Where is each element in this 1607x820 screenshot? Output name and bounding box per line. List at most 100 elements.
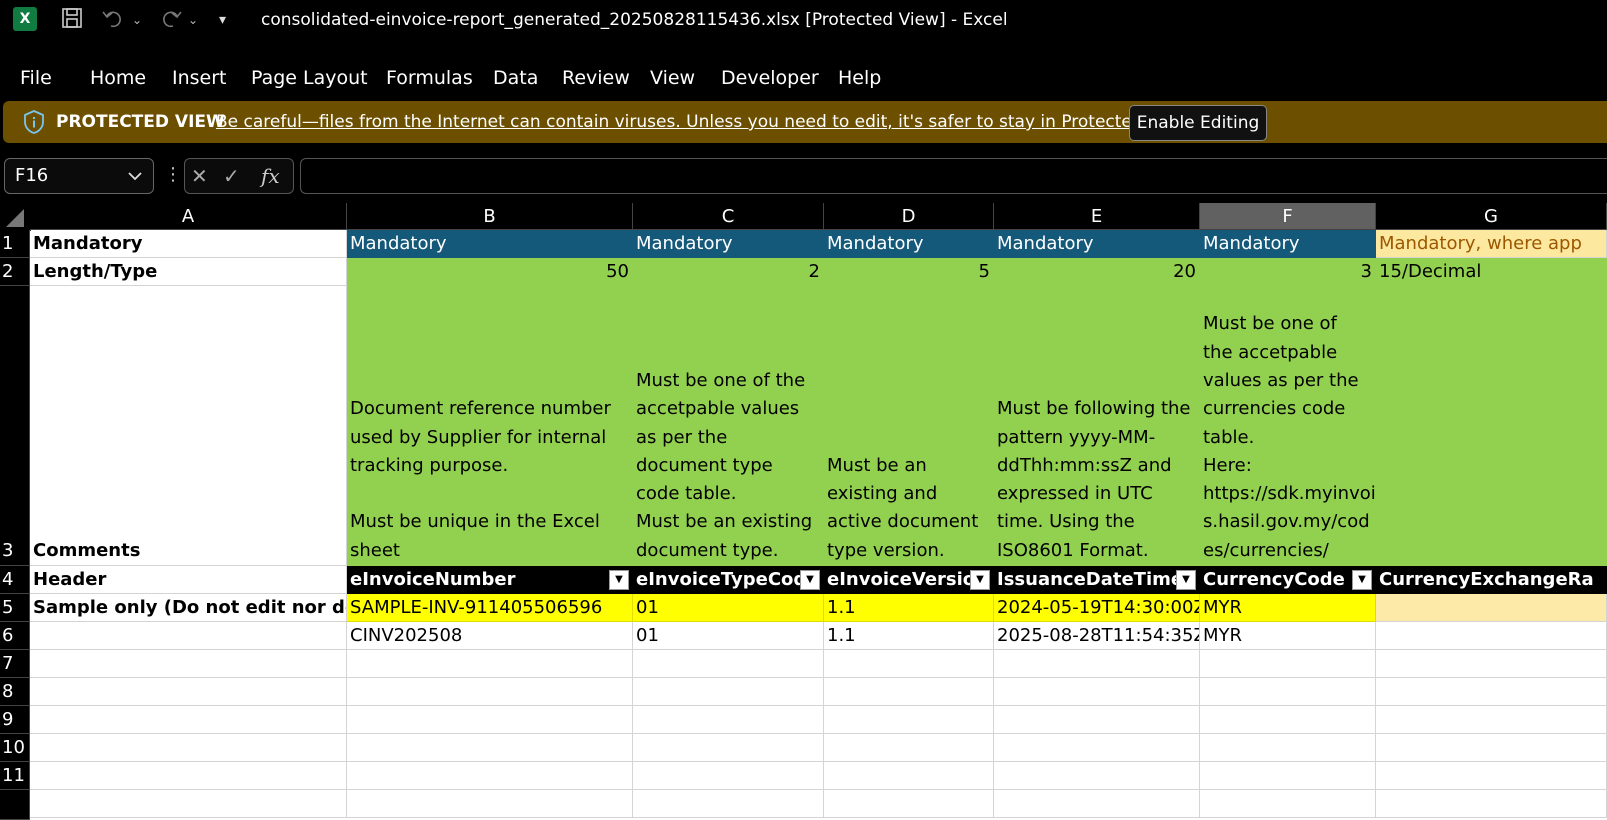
cell-d9[interactable] <box>824 706 994 734</box>
cell-c2[interactable]: 2 <box>633 258 824 286</box>
cell-a4[interactable]: Header <box>30 566 347 594</box>
cell-f12[interactable] <box>1200 790 1376 818</box>
cell-f4[interactable]: CurrencyCode ▼ <box>1200 566 1376 594</box>
cell-g8[interactable] <box>1376 678 1607 706</box>
cell-g6[interactable] <box>1376 622 1607 650</box>
cell-c9[interactable] <box>633 706 824 734</box>
filter-dropdown-icon[interactable]: ▼ <box>800 570 820 590</box>
cell-a1[interactable]: Mandatory <box>30 230 347 258</box>
cell-b5[interactable]: SAMPLE-INV-911405506596 <box>347 594 633 622</box>
cell-e9[interactable] <box>994 706 1200 734</box>
tab-data[interactable]: Data <box>493 58 538 98</box>
row-header-6[interactable]: 6 <box>0 622 30 650</box>
cell-e2[interactable]: 20 <box>994 258 1200 286</box>
cell-d3[interactable]: Must be an existing and active document … <box>824 286 994 566</box>
column-header-f[interactable]: F <box>1200 203 1376 230</box>
cell-d7[interactable] <box>824 650 994 678</box>
cancel-icon[interactable]: ✕ <box>191 159 208 193</box>
save-icon[interactable] <box>60 6 84 34</box>
cell-a5[interactable]: Sample only (Do not edit nor delete <box>30 594 347 622</box>
tab-home[interactable]: Home <box>90 58 146 98</box>
chevron-down-icon[interactable] <box>127 163 143 197</box>
cell-g2[interactable]: 15/Decimal <box>1376 258 1607 286</box>
cell-g12[interactable] <box>1376 790 1607 818</box>
cell-e8[interactable] <box>994 678 1200 706</box>
cell-b11[interactable] <box>347 762 633 790</box>
cell-g9[interactable] <box>1376 706 1607 734</box>
cell-a3[interactable]: Comments <box>30 286 347 566</box>
cell-e11[interactable] <box>994 762 1200 790</box>
row-header-8[interactable]: 8 <box>0 678 30 706</box>
insert-function-icon[interactable]: fx <box>261 159 280 193</box>
filter-dropdown-icon[interactable]: ▼ <box>1352 570 1372 590</box>
row-header-10[interactable]: 10 <box>0 734 30 762</box>
cell-f9[interactable] <box>1200 706 1376 734</box>
protected-view-message-link[interactable]: Be careful—files from the Internet can c… <box>216 101 1192 143</box>
more-options-icon[interactable]: ⋮ <box>164 158 182 192</box>
cell-c12[interactable] <box>633 790 824 818</box>
cell-d11[interactable] <box>824 762 994 790</box>
cell-a7[interactable] <box>30 650 347 678</box>
column-header-b[interactable]: B <box>347 203 633 230</box>
row-header-11[interactable]: 11 <box>0 762 30 790</box>
cell-e5[interactable]: 2024-05-19T14:30:00Z <box>994 594 1200 622</box>
cell-f3[interactable]: Must be one of the accetpable values as … <box>1200 286 1376 566</box>
tab-insert[interactable]: Insert <box>172 58 227 98</box>
cell-d8[interactable] <box>824 678 994 706</box>
cell-c1[interactable]: Mandatory <box>633 230 824 258</box>
customize-toolbar-icon[interactable]: ▾ <box>219 6 226 34</box>
cell-d4[interactable]: eInvoiceVersion ▼ <box>824 566 994 594</box>
cell-e3[interactable]: Must be following the pattern yyyy-MM-dd… <box>994 286 1200 566</box>
cell-d5[interactable]: 1.1 <box>824 594 994 622</box>
row-header-12[interactable] <box>0 790 30 820</box>
cell-d1[interactable]: Mandatory <box>824 230 994 258</box>
tab-page-layout[interactable]: Page Layout <box>251 58 368 98</box>
cell-e1[interactable]: Mandatory <box>994 230 1200 258</box>
cell-g1[interactable]: Mandatory, where app <box>1376 230 1607 258</box>
cell-c3[interactable]: Must be one of the accetpable values as … <box>633 286 824 566</box>
cell-f5[interactable]: MYR <box>1200 594 1376 622</box>
row-header-1[interactable]: 1 <box>0 230 30 258</box>
name-box[interactable]: F16 <box>4 158 154 194</box>
redo-icon[interactable] <box>157 6 183 34</box>
cell-f7[interactable] <box>1200 650 1376 678</box>
cell-b1[interactable]: Mandatory <box>347 230 633 258</box>
cell-b4[interactable]: eInvoiceNumber ▼ <box>347 566 633 594</box>
tab-formulas[interactable]: Formulas <box>386 58 473 98</box>
cell-g7[interactable] <box>1376 650 1607 678</box>
cell-a10[interactable] <box>30 734 347 762</box>
cell-a9[interactable] <box>30 706 347 734</box>
tab-review[interactable]: Review <box>562 58 630 98</box>
cell-b3[interactable]: Document reference number used by Suppli… <box>347 286 633 566</box>
row-header-5[interactable]: 5 <box>0 594 30 622</box>
undo-dropdown-icon[interactable]: ⌄ <box>132 6 142 34</box>
cell-g11[interactable] <box>1376 762 1607 790</box>
select-all-button[interactable] <box>0 203 31 231</box>
cell-g10[interactable] <box>1376 734 1607 762</box>
enter-icon[interactable]: ✓ <box>223 159 240 193</box>
undo-icon[interactable] <box>101 6 127 34</box>
cell-c8[interactable] <box>633 678 824 706</box>
tab-file[interactable]: File <box>20 58 52 98</box>
cell-a2[interactable]: Length/Type <box>30 258 347 286</box>
cell-c6[interactable]: 01 <box>633 622 824 650</box>
cell-a11[interactable] <box>30 762 347 790</box>
cell-f8[interactable] <box>1200 678 1376 706</box>
cell-d10[interactable] <box>824 734 994 762</box>
cell-c10[interactable] <box>633 734 824 762</box>
column-header-c[interactable]: C <box>633 203 824 230</box>
cell-e12[interactable] <box>994 790 1200 818</box>
column-header-e[interactable]: E <box>994 203 1200 230</box>
cell-c4[interactable]: eInvoiceTypeCode ▼ <box>633 566 824 594</box>
tab-developer[interactable]: Developer <box>721 58 819 98</box>
row-header-4[interactable]: 4 <box>0 566 30 594</box>
cell-e6[interactable]: 2025-08-28T11:54:35Z <box>994 622 1200 650</box>
cell-e4[interactable]: IssuanceDateTime ▼ <box>994 566 1200 594</box>
cell-d6[interactable]: 1.1 <box>824 622 994 650</box>
cell-b12[interactable] <box>347 790 633 818</box>
tab-view[interactable]: View <box>650 58 695 98</box>
cell-c11[interactable] <box>633 762 824 790</box>
cell-c7[interactable] <box>633 650 824 678</box>
cell-a6[interactable] <box>30 622 347 650</box>
column-header-g[interactable]: G <box>1376 203 1607 230</box>
